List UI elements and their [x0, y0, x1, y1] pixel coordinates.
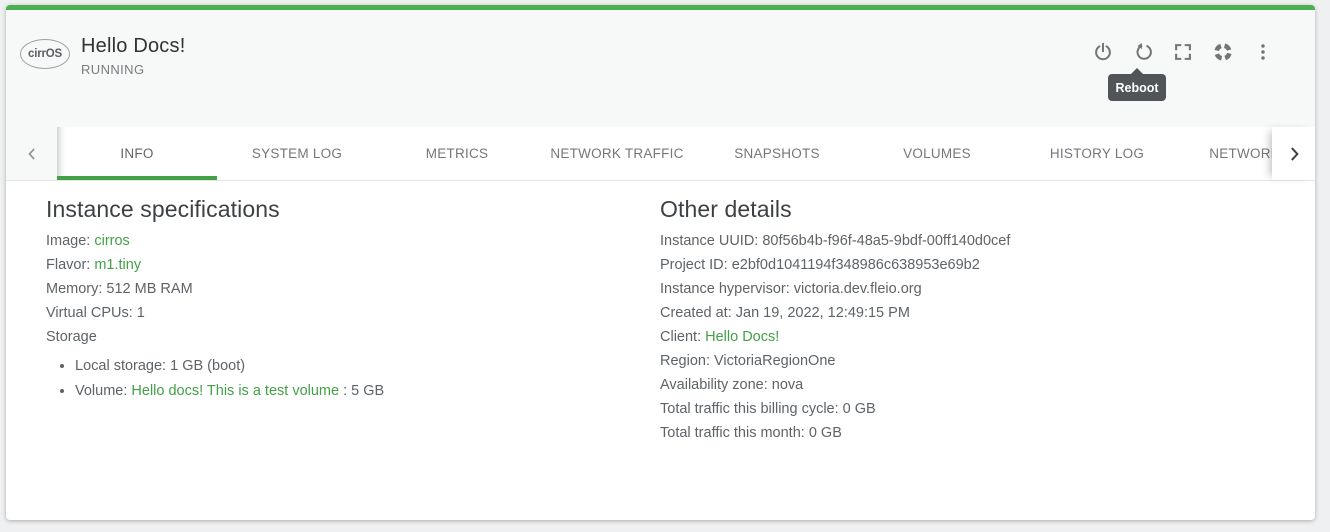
tab-networking[interactable]: NETWORKING: [1177, 127, 1272, 180]
availability-zone-line: Availability zone: nova: [660, 377, 804, 393]
image-link[interactable]: cirros: [94, 233, 129, 249]
tab-system-log-label: SYSTEM LOG: [251, 146, 343, 161]
active-tab-indicator: [57, 176, 217, 180]
instance-action-buttons: [1091, 40, 1275, 64]
flavor-label: Flavor:: [46, 257, 95, 273]
other-details-section: Other details Instance UUID: 80f56b4b-f9…: [660, 195, 1290, 445]
tabs-viewport: INFO SYSTEM LOG METRICS NETWORK TRAFFIC …: [57, 127, 1272, 180]
chevron-right-icon: [1290, 147, 1299, 160]
hypervisor-line: Instance hypervisor: victoria.dev.fleio.…: [660, 281, 922, 297]
instance-uuid-line: Instance UUID: 80f56b4b-f96f-48a5-9bdf-0…: [660, 233, 1011, 249]
volume-size: : 5 GB: [339, 382, 385, 399]
other-details-heading: Other details: [660, 196, 792, 222]
flavor-link[interactable]: m1.tiny: [94, 257, 141, 273]
region-line: Region: VictoriaRegionOne: [660, 353, 836, 369]
reboot-icon: [1136, 43, 1152, 60]
instance-specifications-section: Instance specifications Image: cirros Fl…: [46, 195, 626, 403]
instance-title: Hello Docs!: [81, 35, 186, 57]
tab-info[interactable]: INFO: [57, 127, 217, 180]
vcpus-line: Virtual CPUs: 1: [46, 305, 145, 321]
fullscreen-button[interactable]: [1171, 40, 1195, 64]
tab-network-traffic[interactable]: NETWORK TRAFFIC: [537, 127, 697, 180]
tab-networking-label: NETWORKING: [1209, 146, 1272, 161]
client-line: Client: Hello Docs!: [660, 325, 1290, 349]
traffic-billing-cycle-line: Total traffic this billing cycle: 0 GB: [660, 401, 876, 417]
tab-history-log-label: HISTORY LOG: [1049, 146, 1145, 161]
instance-status: RUNNING: [81, 62, 145, 77]
created-at-line: Created at: Jan 19, 2022, 12:49:15 PM: [660, 305, 910, 321]
instance-title-block: Hello Docs! RUNNING: [81, 35, 185, 77]
tabs-scroll-left-button[interactable]: [6, 127, 57, 180]
client-label: Client:: [660, 329, 706, 345]
power-icon: [1095, 42, 1111, 61]
power-button[interactable]: [1091, 40, 1115, 64]
console-icon: [1214, 43, 1232, 61]
instance-tab-bar: INFO SYSTEM LOG METRICS NETWORK TRAFFIC …: [6, 127, 1315, 181]
memory-line: Memory: 512 MB RAM: [46, 281, 193, 297]
console-button[interactable]: [1211, 40, 1235, 64]
tab-history-log[interactable]: HISTORY LOG: [1017, 127, 1177, 180]
tab-system-log[interactable]: SYSTEM LOG: [217, 127, 377, 180]
project-id-line: Project ID: e2bf0d1041194f348986c638953e…: [660, 257, 980, 273]
instance-header: cirrOS Hello Docs! RUNNING Reboot: [6, 10, 1315, 127]
chevron-left-icon: [27, 148, 35, 159]
tab-snapshots-label: SNAPSHOTS: [734, 146, 820, 161]
cirros-os-logo: cirrOS: [20, 39, 70, 69]
fullscreen-icon: [1175, 44, 1191, 60]
more-options-button[interactable]: [1251, 40, 1275, 64]
tab-volumes[interactable]: VOLUMES: [857, 127, 1017, 180]
instance-specifications-heading: Instance specifications: [46, 196, 280, 222]
image-label: Image:: [46, 233, 95, 249]
tab-network-traffic-label: NETWORK TRAFFIC: [550, 146, 684, 161]
reboot-button[interactable]: [1131, 40, 1155, 64]
volume-label: Volume:: [75, 382, 132, 399]
storage-list: Local storage: 1 GB (boot) Volume: Hello…: [46, 354, 626, 403]
tabs-scroll-right-button[interactable]: [1272, 127, 1315, 180]
tab-snapshots[interactable]: SNAPSHOTS: [697, 127, 857, 180]
reboot-tooltip: Reboot: [1108, 68, 1166, 101]
tab-volumes-label: VOLUMES: [903, 146, 971, 161]
traffic-month-line: Total traffic this month: 0 GB: [660, 425, 842, 441]
more-options-icon: [1261, 44, 1265, 60]
client-link[interactable]: Hello Docs!: [705, 329, 779, 345]
volume-link[interactable]: Hello docs! This is a test volume: [131, 383, 339, 399]
volume-item: Volume: Hello docs! This is a test volum…: [75, 379, 626, 404]
tooltip-label: Reboot: [1115, 80, 1159, 95]
local-storage-item: Local storage: 1 GB (boot): [75, 354, 626, 379]
tab-info-label: INFO: [120, 146, 154, 161]
tooltip-arrow: [1131, 68, 1143, 74]
cirros-logo-label: cirrOS: [28, 48, 62, 60]
tab-metrics[interactable]: METRICS: [377, 127, 537, 180]
image-line: Image: cirros: [46, 229, 626, 253]
tab-metrics-label: METRICS: [425, 146, 489, 161]
instance-detail-card: cirrOS Hello Docs! RUNNING Reboot INFO S…: [6, 5, 1315, 520]
storage-line: Storage: [46, 329, 97, 345]
flavor-line: Flavor: m1.tiny: [46, 253, 626, 277]
